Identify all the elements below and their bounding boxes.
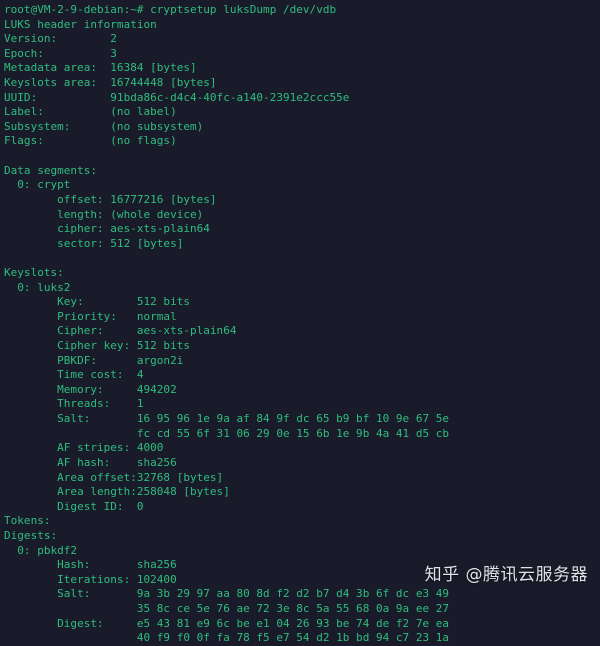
terminal-output-line: Salt: 16 95 96 1e 9a af 84 9f dc 65 b9 b… xyxy=(4,412,450,426)
terminal-output-line: Keyslots: xyxy=(4,265,64,279)
terminal-output-line: Subsystem: (no subsystem) xyxy=(4,119,204,133)
terminal-output-line: offset: 16777216 [bytes] xyxy=(4,192,217,206)
terminal-output-line: Digest ID: 0 xyxy=(4,499,144,513)
terminal-output-line: Area offset:32768 [bytes] xyxy=(4,470,224,484)
terminal-output-line: sector: 512 [bytes] xyxy=(4,236,184,250)
terminal-output-line: length: (whole device) xyxy=(4,207,204,221)
terminal-output-line: Tokens: xyxy=(4,514,51,528)
terminal-output-line: 0: pbkdf2 xyxy=(4,543,78,557)
terminal-output-line: Priority: normal xyxy=(4,309,177,323)
terminal-output-line: Label: (no label) xyxy=(4,105,177,119)
terminal-output-line: Cipher: aes-xts-plain64 xyxy=(4,324,237,338)
terminal-output-line: Metadata area: 16384 [bytes] xyxy=(4,61,197,75)
terminal-output-line: fc cd 55 6f 31 06 29 0e 15 6b 1e 9b 4a 4… xyxy=(4,426,450,440)
terminal-output-line: Memory: 494202 xyxy=(4,382,177,396)
terminal-window[interactable]: root@VM-2-9-debian:~# cryptsetup luksDum… xyxy=(0,0,600,644)
terminal-output-line: Threads: 1 xyxy=(4,397,144,411)
terminal-output-line: Data segments: xyxy=(4,163,97,177)
terminal-output-line: Epoch: 3 xyxy=(4,46,117,60)
terminal-output-line: Cipher key: 512 bits xyxy=(4,339,190,353)
terminal-output-line: Digest: e5 43 81 e9 6c be e1 04 26 93 be… xyxy=(4,616,450,630)
terminal-output-line: Keyslots area: 16744448 [bytes] xyxy=(4,76,217,90)
terminal-output-line: Flags: (no flags) xyxy=(4,134,177,148)
terminal-output-line: Version: 2 xyxy=(4,32,117,46)
terminal-output-line: AF hash: sha256 xyxy=(4,455,177,469)
terminal-output-line: Time cost: 4 xyxy=(4,368,144,382)
watermark-overlay: 知乎 @腾讯云服务器 xyxy=(424,565,588,585)
terminal-output-line: AF stripes: 4000 xyxy=(4,441,164,455)
terminal-output-line: cipher: aes-xts-plain64 xyxy=(4,222,210,236)
terminal-output-line: 0: luks2 xyxy=(4,280,71,294)
terminal-output-line: 0: crypt xyxy=(4,178,71,192)
terminal-output-line: PBKDF: argon2i xyxy=(4,353,184,367)
terminal-output-line: Area length:258048 [bytes] xyxy=(4,485,230,499)
terminal-output-line: Digests: xyxy=(4,528,58,542)
terminal-output-line: 40 f9 f0 0f fa 78 f5 e7 54 d2 1b bd 94 c… xyxy=(4,631,450,645)
terminal-output-line: Salt: 9a 3b 29 97 aa 80 8d f2 d2 b7 d4 3… xyxy=(4,587,450,601)
terminal-output-line: Key: 512 bits xyxy=(4,295,190,309)
command-prompt-line: root@VM-2-9-debian:~# cryptsetup luksDum… xyxy=(4,3,337,16)
terminal-output-line: UUID: 91bda86c-d4c4-40fc-a140-2391e2ccc5… xyxy=(4,90,350,104)
terminal-output-line: LUKS header information xyxy=(4,17,157,31)
terminal-output-line: 35 8c ce 5e 76 ae 72 3e 8c 5a 55 68 0a 9… xyxy=(4,601,450,615)
